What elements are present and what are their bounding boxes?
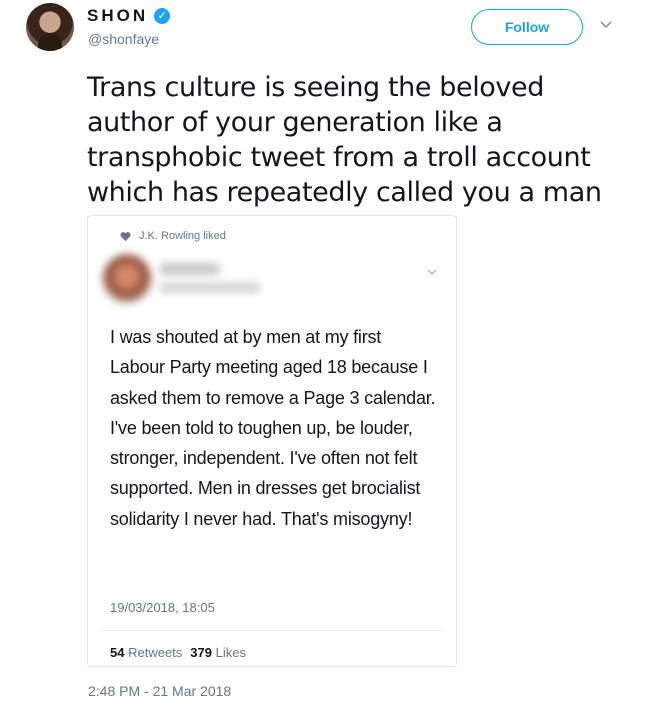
author-avatar[interactable]: [26, 3, 74, 51]
liked-by-label: J.K. Rowling liked: [139, 230, 226, 242]
blurred-name: [160, 263, 220, 275]
likes-label: Likes: [215, 645, 246, 660]
divider: [102, 630, 442, 631]
blurred-handle: [160, 282, 260, 293]
heart-icon: [120, 231, 131, 241]
blurred-avatar: [102, 254, 152, 304]
embedded-timestamp: 19/03/2018, 18:05: [110, 600, 215, 615]
embedded-stats: 54 Retweets 379 Likes: [110, 645, 246, 660]
embedded-tweet-image[interactable]: J.K. Rowling liked I was shouted at by m…: [87, 215, 457, 667]
tweet-timestamp[interactable]: 2:48 PM - 21 Mar 2018: [88, 683, 231, 699]
author-name-row[interactable]: SHON ✓: [87, 6, 171, 26]
tweet-text: Trans culture is seeing the beloved auth…: [87, 72, 602, 208]
likes-count: 379: [190, 645, 212, 660]
author-display-name[interactable]: SHON: [87, 6, 148, 26]
retweets-label: Retweets: [128, 645, 183, 660]
follow-button[interactable]: Follow: [471, 9, 583, 45]
retweets-count: 54: [110, 645, 125, 660]
liked-by-row: J.K. Rowling liked: [120, 230, 226, 242]
chevron-down-icon[interactable]: [598, 16, 614, 32]
tweet-card: SHON ✓ @shonfaye Follow Trans culture is…: [0, 0, 650, 712]
verified-icon: ✓: [154, 8, 171, 24]
embedded-chevron-down-icon: [427, 269, 437, 275]
author-handle[interactable]: @shonfaye: [88, 31, 159, 47]
embedded-tweet-text: I was shouted at by men at my first Labo…: [110, 327, 436, 529]
